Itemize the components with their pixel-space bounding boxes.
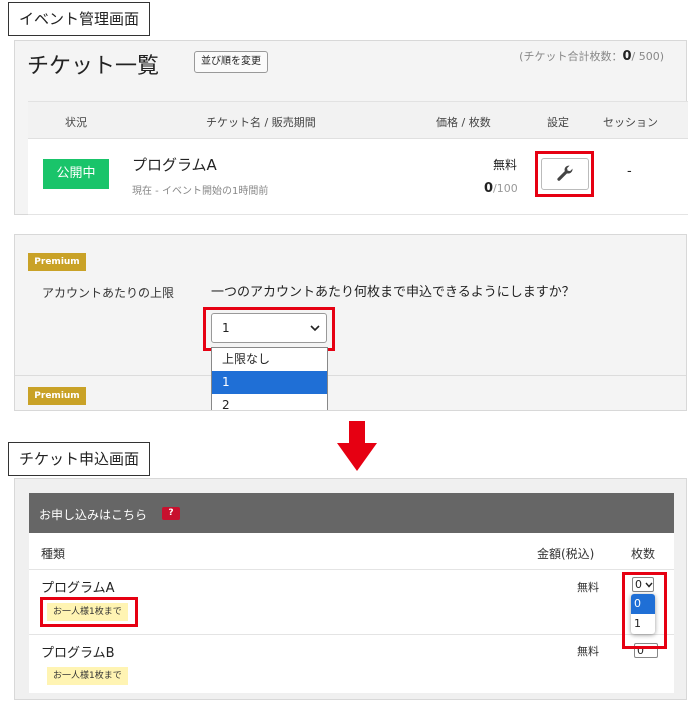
row-divider <box>28 214 688 215</box>
settings-panel: Premium アカウントあたりの上限 一つのアカウントあたり何枚まで申込できる… <box>14 234 687 411</box>
col-ticket-name: チケット名 / 販売期間 <box>206 116 316 129</box>
ticket-period: 現在 - イベント開始の1時間前 <box>132 186 269 197</box>
chevron-down-icon <box>645 582 653 588</box>
limit-option-1[interactable]: 1 <box>212 371 327 394</box>
section-divider <box>15 375 686 376</box>
total-count-value: 0 <box>622 49 632 64</box>
col-settings: 設定 <box>547 116 569 129</box>
wrench-icon <box>557 165 573 181</box>
col-session: セッション <box>603 116 658 129</box>
help-icon[interactable]: ? <box>162 507 180 520</box>
limit-tag-a: お一人様1枚まで <box>47 603 128 621</box>
qty-option-0[interactable]: 0 <box>631 594 655 614</box>
limit-dropdown: 上限なし 1 2 <box>211 347 328 410</box>
ticket-price: 無料 <box>493 158 518 172</box>
down-arrow-icon <box>337 421 377 471</box>
section-label-admin-text: イベント管理画面 <box>19 10 140 28</box>
ticket-total-count: (チケット合計枚数：0/ 500) <box>519 48 664 64</box>
row-price-b: 無料 <box>577 645 599 658</box>
arrow-stem <box>349 421 365 445</box>
row-name-b: プログラムB <box>41 646 115 661</box>
limit-select-value: 1 <box>222 321 230 335</box>
arrow-head <box>337 443 377 471</box>
ticket-capacity: /100 <box>493 182 518 195</box>
ticket-table-header: 状況 チケット名 / 販売期間 価格 / 枚数 設定 セッション <box>28 102 688 139</box>
header-divider <box>29 569 674 570</box>
col-type: 種類 <box>41 547 66 561</box>
total-prefix: (チケット合計枚数： <box>519 50 623 63</box>
page-title: チケット一覧 <box>27 54 160 79</box>
qty-dropdown: 0 1 <box>631 594 655 634</box>
row-price-a: 無料 <box>577 581 599 594</box>
sort-order-button[interactable]: 並び順を変更 <box>194 51 268 73</box>
limit-select[interactable]: 1 <box>211 313 327 343</box>
limit-question: 一つのアカウントあたり何枚まで申込できるようにしますか？ <box>211 285 575 300</box>
chevron-down-icon <box>310 325 320 332</box>
col-price-qty: 価格 / 枚数 <box>436 116 491 129</box>
ticket-quantity: 0/100 <box>484 181 518 196</box>
limit-field-label: アカウントあたりの上限 <box>42 286 175 300</box>
apply-header-text: お申し込みはこちら <box>39 508 148 522</box>
premium-badge-2: Premium <box>28 387 86 405</box>
ticket-table: 状況 チケット名 / 販売期間 価格 / 枚数 設定 セッション 公開中 プログ… <box>28 101 688 215</box>
session-value: - <box>627 164 632 179</box>
section-label-apply: チケット申込画面 <box>8 442 151 476</box>
ticket-list-panel: チケット一覧 並び順を変更 (チケット合計枚数：0/ 500) 状況 チケット名… <box>14 40 688 215</box>
settings-button[interactable] <box>541 158 589 190</box>
row-name-a: プログラムA <box>41 581 115 596</box>
ticket-sold: 0 <box>484 181 494 196</box>
apply-header: お申し込みはこちら ? <box>29 493 674 533</box>
col-status: 状況 <box>65 116 87 129</box>
row-divider-a <box>29 634 674 635</box>
section-label-apply-text: チケット申込画面 <box>19 450 140 468</box>
premium-badge: Premium <box>28 253 86 271</box>
total-suffix: / 500) <box>631 50 665 63</box>
apply-form: お申し込みはこちら ? 種類 金額(税込) 枚数 プログラムA お一人様1枚まで… <box>29 493 674 693</box>
col-qty: 枚数 <box>631 547 656 561</box>
ticket-name[interactable]: プログラムA <box>132 154 217 175</box>
section-label-admin: イベント管理画面 <box>8 2 151 36</box>
qty-select-a-value: 0 <box>635 578 642 591</box>
qty-option-1[interactable]: 1 <box>631 614 655 634</box>
apply-panel: お申し込みはこちら ? 種類 金額(税込) 枚数 プログラムA お一人様1枚まで… <box>14 478 687 700</box>
col-amount: 金額(税込) <box>537 547 595 561</box>
limit-tag-b: お一人様1枚まで <box>47 667 128 685</box>
qty-select-a[interactable]: 0 <box>632 577 654 592</box>
limit-option-unlimited[interactable]: 上限なし <box>212 348 327 371</box>
status-badge: 公開中 <box>43 159 109 189</box>
limit-option-2[interactable]: 2 <box>212 394 327 410</box>
